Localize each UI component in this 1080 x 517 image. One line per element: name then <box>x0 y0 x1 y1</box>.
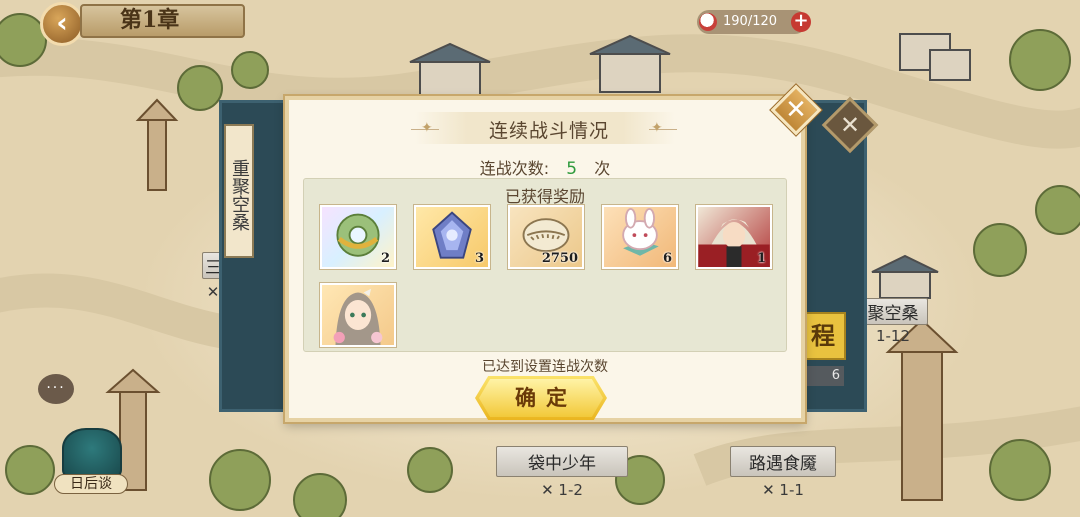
rewards-panel: 已获得奖励 2 3 2750 6 1 <box>303 178 787 352</box>
add-stamina-button[interactable]: + <box>791 12 811 32</box>
reward-item[interactable]: 6 <box>602 205 678 269</box>
battle-count-unit: 次 <box>594 159 611 178</box>
battle-result-dialog: ✦ ✦ 连续战斗情况 ✕ 连战次数: 5 次 已获得奖励 2 3 2750 6 … <box>285 84 822 422</box>
reward-qty: 2 <box>380 251 390 266</box>
chapter-title: 第1章 <box>80 4 245 38</box>
reward-item[interactable]: 1 <box>696 205 772 269</box>
stamina-icon <box>699 13 717 31</box>
stamina-counter: 190/120 + <box>697 10 811 34</box>
battle-count-label: 连战次数: <box>479 159 550 178</box>
book-icon <box>62 428 122 478</box>
close-icon: ✕ <box>839 111 861 139</box>
level-name: 路遇食魇 <box>730 446 836 477</box>
level-name: 袋中少年 <box>496 446 628 477</box>
go-count: 6 <box>800 366 844 386</box>
close-icon: ✕ <box>785 95 807 125</box>
level-code: ✕ 1-1 <box>762 481 804 499</box>
chapter-tab[interactable]: 重聚空桑 <box>224 124 254 258</box>
reward-qty: 3 <box>474 251 484 266</box>
reward-item[interactable]: 2750 <box>508 205 584 269</box>
reward-qty: 6 <box>662 251 672 266</box>
dialog-title: 连续战斗情况 <box>488 120 609 142</box>
level-node[interactable]: 路遇食魇 ✕ 1-1 <box>730 446 836 499</box>
level-code: ✕ 1-2 <box>541 481 583 499</box>
go-button[interactable]: 程 <box>800 312 846 360</box>
chat-icon[interactable]: ··· <box>38 374 74 404</box>
level-name: 聚空桑 <box>858 298 928 325</box>
level-code: 1-12 <box>875 327 911 345</box>
character-portrait-girl-icon <box>333 288 383 345</box>
reward-qty: 1 <box>756 251 766 266</box>
story-label: 日后谈 <box>54 474 128 494</box>
battle-count: 连战次数: 5 次 <box>289 155 801 179</box>
confirm-button[interactable]: 确定 <box>475 376 607 420</box>
level-node[interactable]: 聚空桑 1-12 <box>858 298 928 345</box>
back-button[interactable]: ‹ <box>40 2 84 46</box>
reward-item[interactable]: 2 <box>320 205 396 269</box>
stamina-value: 190/120 <box>723 14 778 29</box>
status-text: 已达到设置连战次数 <box>482 359 608 375</box>
story-button[interactable]: 日后谈 <box>50 428 132 494</box>
confirm-label: 确定 <box>515 386 577 410</box>
reward-item[interactable]: 3 <box>414 205 490 269</box>
level-node[interactable]: 袋中少年 ✕ 1-2 <box>496 446 628 499</box>
reward-qty: 2750 <box>541 251 578 266</box>
reward-item[interactable] <box>320 283 396 347</box>
rewards-title: 已获得奖励 <box>504 187 585 206</box>
battle-count-value: 5 <box>566 159 578 179</box>
